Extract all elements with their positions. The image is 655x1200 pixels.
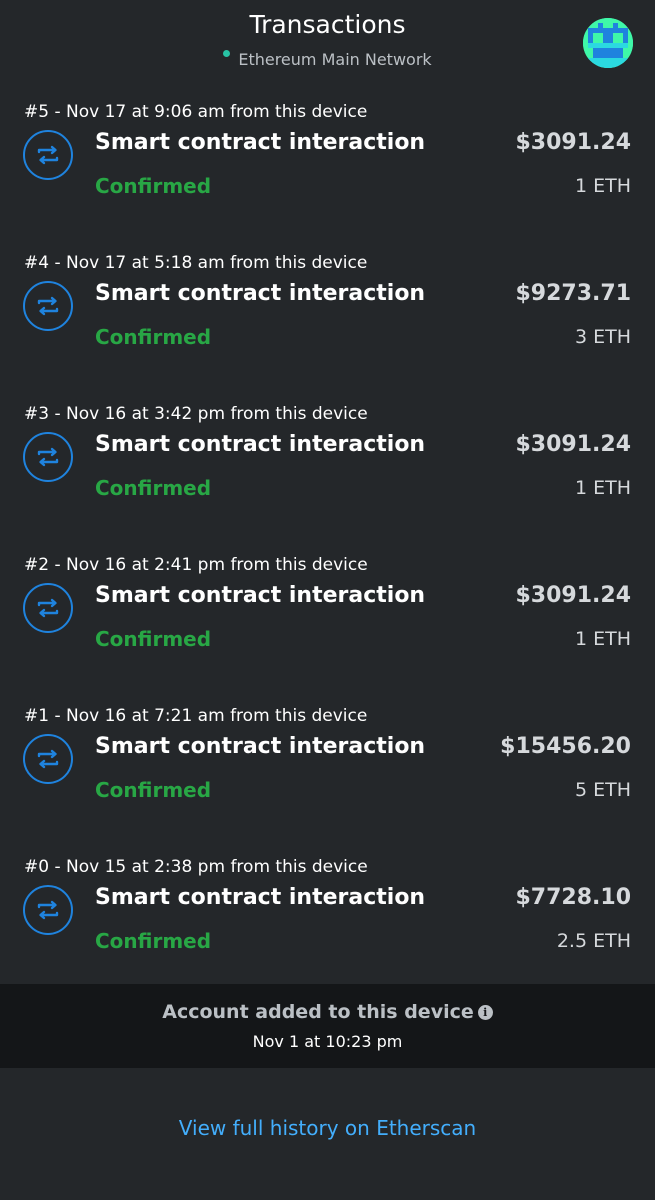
transaction-eth-amount: 1 ETH <box>574 175 631 197</box>
network-indicator[interactable]: Ethereum Main Network <box>0 50 655 69</box>
transaction-row[interactable]: #5 - Nov 17 at 9:06 am from this device … <box>0 102 655 253</box>
transaction-row[interactable]: #1 - Nov 16 at 7:21 am from this device … <box>0 706 655 857</box>
swap-arrows-icon <box>23 432 73 482</box>
transaction-meta: #4 - Nov 17 at 5:18 am from this device <box>24 253 368 273</box>
transaction-meta: #1 - Nov 16 at 7:21 am from this device <box>24 706 368 726</box>
transaction-title: Smart contract interaction <box>95 432 426 457</box>
transaction-status: Confirmed <box>95 325 212 349</box>
page-title: Transactions <box>249 10 406 39</box>
transaction-title: Smart contract interaction <box>95 583 426 608</box>
account-avatar[interactable] <box>583 18 633 68</box>
network-name: Ethereum Main Network <box>238 50 432 69</box>
transaction-title: Smart contract interaction <box>95 734 426 759</box>
account-added-label: Account added to this device <box>162 1001 474 1023</box>
transaction-list: #5 - Nov 17 at 9:06 am from this device … <box>0 102 655 1008</box>
transaction-fiat-amount: $9273.71 <box>515 281 631 306</box>
transaction-eth-amount: 1 ETH <box>574 477 631 499</box>
identicon-avatar-icon <box>583 18 633 68</box>
transaction-fiat-amount: $3091.24 <box>515 130 631 155</box>
transaction-meta: #5 - Nov 17 at 9:06 am from this device <box>24 102 368 122</box>
transaction-row[interactable]: #3 - Nov 16 at 3:42 pm from this device … <box>0 404 655 555</box>
account-added-banner: Account added to this device i Nov 1 at 1… <box>0 984 655 1068</box>
transaction-meta: #3 - Nov 16 at 3:42 pm from this device <box>24 404 368 424</box>
account-added-title: Account added to this device i <box>0 1001 655 1023</box>
transaction-fiat-amount: $3091.24 <box>515 432 631 457</box>
transaction-meta: #0 - Nov 15 at 2:38 pm from this device <box>24 857 368 877</box>
transaction-fiat-amount: $3091.24 <box>515 583 631 608</box>
swap-arrows-icon <box>23 281 73 331</box>
transaction-title: Smart contract interaction <box>95 885 426 910</box>
transaction-fiat-amount: $7728.10 <box>515 885 631 910</box>
swap-arrows-icon <box>23 885 73 935</box>
swap-arrows-icon <box>23 130 73 180</box>
header: Transactions Ethereum Main Network <box>0 0 655 80</box>
transaction-title: Smart contract interaction <box>95 130 426 155</box>
transaction-title: Smart contract interaction <box>95 281 426 306</box>
network-status-dot <box>223 50 231 57</box>
info-icon[interactable]: i <box>477 1005 493 1020</box>
transaction-fiat-amount: $15456.20 <box>500 734 631 759</box>
transaction-status: Confirmed <box>95 778 212 802</box>
transaction-status: Confirmed <box>95 476 212 500</box>
account-added-date: Nov 1 at 10:23 pm <box>252 1032 403 1051</box>
transaction-status: Confirmed <box>95 174 212 198</box>
transaction-eth-amount: 1 ETH <box>574 628 631 650</box>
transaction-status: Confirmed <box>95 929 212 953</box>
transaction-eth-amount: 2.5 ETH <box>556 930 631 952</box>
swap-arrows-icon <box>23 734 73 784</box>
transaction-row[interactable]: #4 - Nov 17 at 5:18 am from this device … <box>0 253 655 404</box>
transaction-eth-amount: 5 ETH <box>574 779 631 801</box>
transaction-status: Confirmed <box>95 627 212 651</box>
swap-arrows-icon <box>23 583 73 633</box>
transaction-eth-amount: 3 ETH <box>574 326 631 348</box>
transaction-row[interactable]: #2 - Nov 16 at 2:41 pm from this device … <box>0 555 655 706</box>
view-etherscan-link[interactable]: View full history on Etherscan <box>0 1116 655 1140</box>
transaction-meta: #2 - Nov 16 at 2:41 pm from this device <box>24 555 368 575</box>
